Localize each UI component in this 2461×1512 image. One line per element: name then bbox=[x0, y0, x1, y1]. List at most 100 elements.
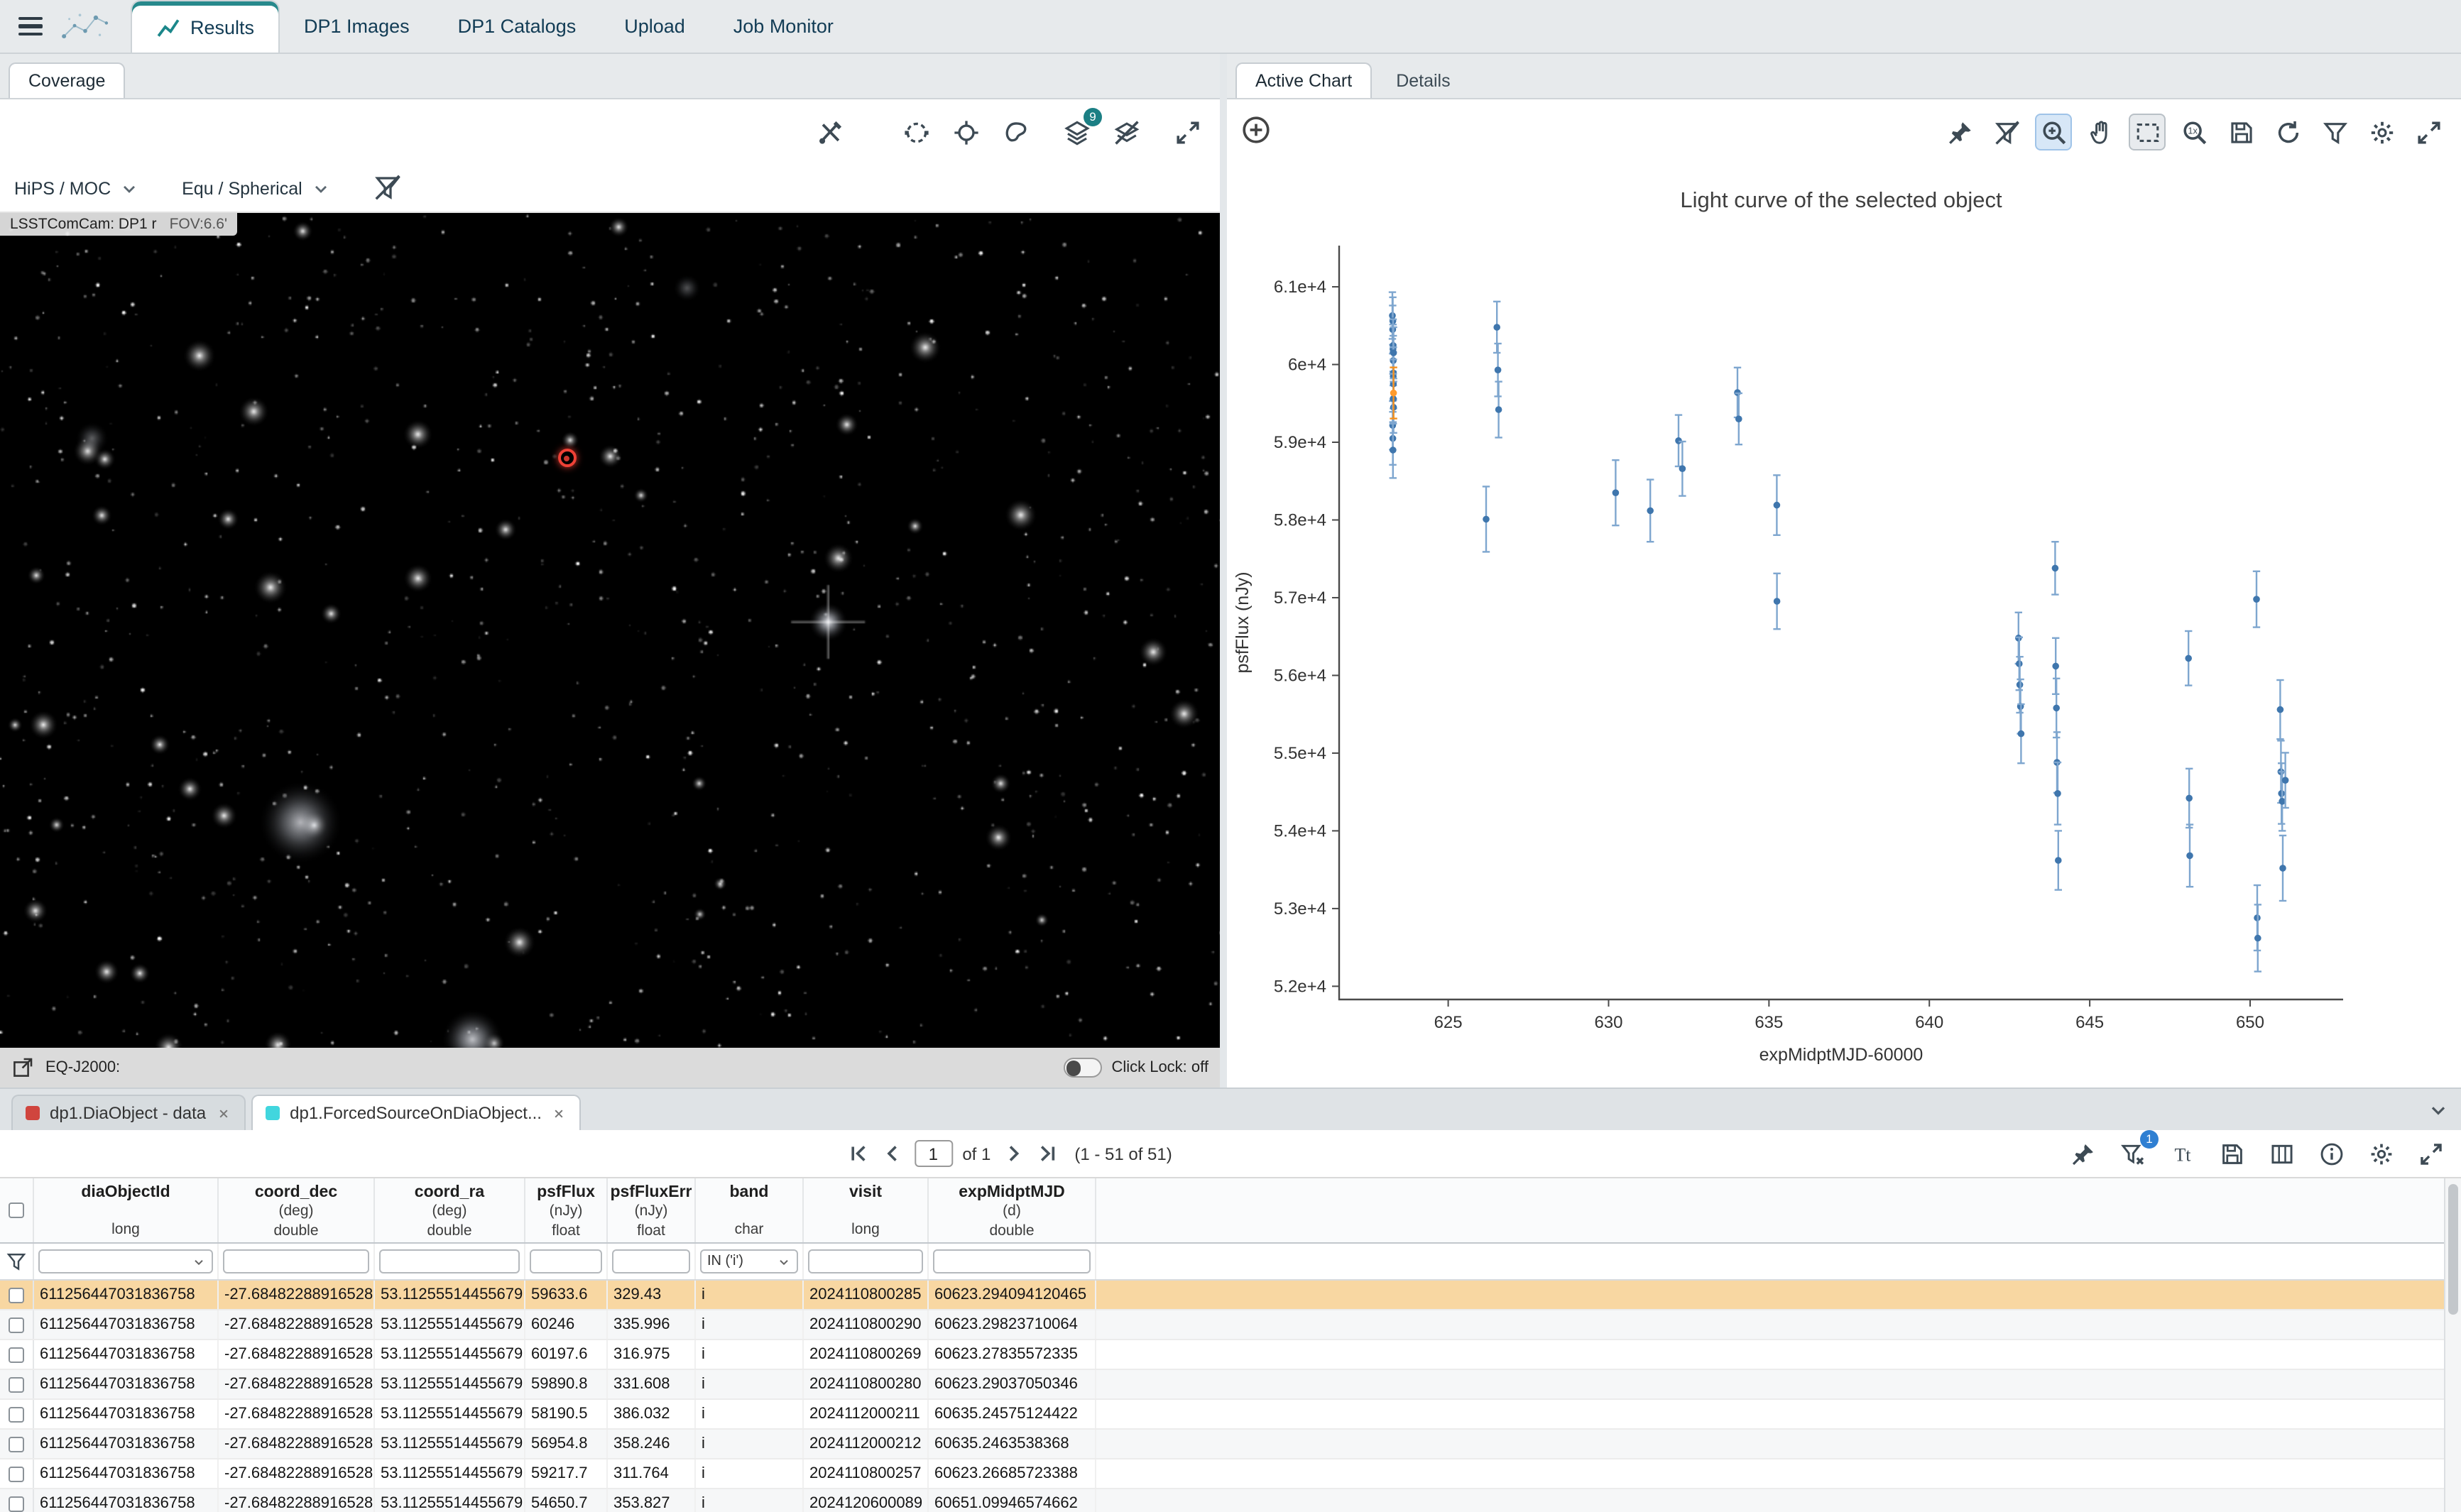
pin-table-button[interactable] bbox=[2065, 1135, 2102, 1172]
cell-coord-dec: -27.68482288916528 bbox=[219, 1459, 375, 1488]
add-chart-button[interactable] bbox=[1241, 115, 1275, 149]
clear-table-filters-button[interactable]: 1 bbox=[2115, 1135, 2151, 1172]
hide-layers-button[interactable] bbox=[1108, 114, 1145, 150]
tab-coverage[interactable]: Coverage bbox=[9, 62, 125, 98]
first-page-icon[interactable] bbox=[846, 1141, 870, 1166]
column-header-band[interactable]: bandchar bbox=[696, 1178, 804, 1242]
last-page-icon[interactable] bbox=[1035, 1141, 1059, 1166]
filter-input-psfflux[interactable] bbox=[530, 1249, 602, 1273]
column-header-psfflux[interactable]: psfFlux(nJy)float bbox=[525, 1178, 608, 1242]
fov-label: FOV:6.6' bbox=[170, 216, 227, 233]
filter-input-psffluxerr[interactable] bbox=[612, 1249, 690, 1273]
table-row[interactable]: 611256447031836758-27.6848228891652853.1… bbox=[0, 1310, 2461, 1340]
expand-chart-button[interactable] bbox=[2410, 114, 2447, 150]
top-tab-results[interactable]: Results bbox=[131, 0, 280, 53]
row-checkbox[interactable] bbox=[9, 1317, 24, 1332]
save-table-button[interactable] bbox=[2214, 1135, 2251, 1172]
column-header-psffluxerr[interactable]: psfFluxErr(nJy)float bbox=[608, 1178, 696, 1242]
expand-coverage-button[interactable] bbox=[1169, 114, 1206, 150]
funnel-icon[interactable] bbox=[6, 1251, 27, 1272]
column-header-coord-ra[interactable]: coord_ra(deg)double bbox=[375, 1178, 525, 1242]
clear-filters-button[interactable] bbox=[1988, 114, 2025, 150]
table-scrollbar[interactable] bbox=[2444, 1178, 2461, 1512]
filter-chart-button[interactable] bbox=[2316, 114, 2353, 150]
tools-button[interactable] bbox=[811, 114, 848, 150]
table-row[interactable]: 611256447031836758-27.6848228891652853.1… bbox=[0, 1430, 2461, 1459]
table-tabstrip: dp1.DiaObject - data dp1.ForcedSourceOnDi… bbox=[0, 1088, 2461, 1130]
table-row[interactable]: 611256447031836758-27.6848228891652853.1… bbox=[0, 1489, 2461, 1512]
layers-button[interactable]: 9 bbox=[1058, 114, 1095, 150]
column-header-coord-dec[interactable]: coord_dec(deg)double bbox=[219, 1178, 375, 1242]
filter-select-diaobjectid[interactable] bbox=[38, 1249, 213, 1273]
row-checkbox[interactable] bbox=[9, 1406, 24, 1422]
table-settings-button[interactable] bbox=[2363, 1135, 2400, 1172]
pan-mode-button[interactable] bbox=[2082, 114, 2119, 150]
restore-chart-button[interactable] bbox=[2269, 114, 2306, 150]
table-filter-row: IN ('i') bbox=[0, 1244, 2461, 1281]
table-row[interactable]: 611256447031836758-27.6848228891652853.1… bbox=[0, 1400, 2461, 1430]
select-all-checkbox[interactable] bbox=[9, 1203, 24, 1218]
column-header-visit[interactable]: visitlong bbox=[804, 1178, 929, 1242]
tab-active-chart[interactable]: Active Chart bbox=[1235, 62, 1372, 98]
close-tab-icon[interactable] bbox=[552, 1105, 567, 1121]
row-checkbox[interactable] bbox=[9, 1376, 24, 1392]
filter-input-expmidptmjd[interactable] bbox=[933, 1249, 1091, 1273]
gear-icon bbox=[2369, 1141, 2394, 1166]
filter-input-coord-dec[interactable] bbox=[223, 1249, 369, 1273]
column-header-expmidptmjd[interactable]: expMidptMJD(d)double bbox=[929, 1178, 1096, 1242]
row-checkbox[interactable] bbox=[9, 1287, 24, 1303]
expand-table-button[interactable] bbox=[2413, 1135, 2450, 1172]
table-row[interactable]: 611256447031836758-27.6848228891652853.1… bbox=[0, 1281, 2461, 1310]
close-tab-icon[interactable] bbox=[216, 1105, 231, 1121]
open-external-icon[interactable] bbox=[11, 1056, 34, 1079]
pin-chart-button[interactable] bbox=[1941, 114, 1978, 150]
row-checkbox[interactable] bbox=[9, 1347, 24, 1362]
filter-input-visit[interactable] bbox=[808, 1249, 923, 1273]
chart-settings-button[interactable] bbox=[2363, 114, 2400, 150]
text-view-button[interactable]: Tt bbox=[2164, 1135, 2201, 1172]
top-tab-dp1-images[interactable]: DP1 Images bbox=[280, 0, 434, 53]
scrollbar-thumb[interactable] bbox=[2448, 1184, 2458, 1315]
column-header-diaobjectid[interactable]: diaObjectIdlong bbox=[34, 1178, 219, 1242]
light-curve-chart[interactable]: Light curve of the selected object5.2e+4… bbox=[1227, 165, 2454, 1088]
cell-visit: 2024110800269 bbox=[804, 1340, 929, 1369]
table-row[interactable]: 611256447031836758-27.6848228891652853.1… bbox=[0, 1459, 2461, 1489]
menu-button[interactable] bbox=[9, 0, 51, 53]
filter-input-coord-ra[interactable] bbox=[379, 1249, 520, 1273]
next-page-icon[interactable] bbox=[1000, 1141, 1025, 1166]
zoom-original-button[interactable]: 1x bbox=[2176, 114, 2212, 150]
top-tab-dp1-catalogs[interactable]: DP1 Catalogs bbox=[434, 0, 601, 53]
sky-image[interactable] bbox=[0, 213, 1220, 1048]
filter-select-band[interactable]: IN ('i') bbox=[700, 1249, 798, 1273]
cell-diaobjectid: 611256447031836758 bbox=[34, 1430, 219, 1458]
row-checkbox[interactable] bbox=[9, 1496, 24, 1511]
table-tab-label: dp1.DiaObject - data bbox=[50, 1103, 206, 1123]
recenter-button[interactable] bbox=[947, 114, 984, 150]
prev-page-icon[interactable] bbox=[880, 1141, 904, 1166]
sky-image-view[interactable]: LSSTComCam: DP1 r FOV:6.6' bbox=[0, 213, 1220, 1048]
save-chart-button[interactable] bbox=[2222, 114, 2259, 150]
table-row[interactable]: 611256447031836758-27.6848228891652853.1… bbox=[0, 1370, 2461, 1400]
tab-details[interactable]: Details bbox=[1376, 62, 1470, 98]
table-info-button[interactable] bbox=[2313, 1135, 2350, 1172]
top-tab-upload[interactable]: Upload bbox=[600, 0, 709, 53]
column-options-button[interactable] bbox=[2264, 1135, 2301, 1172]
row-checkbox[interactable] bbox=[9, 1466, 24, 1481]
select-mode-button[interactable] bbox=[2129, 114, 2166, 150]
zoom-mode-button[interactable] bbox=[2035, 114, 2072, 150]
table-tabs-overflow-icon[interactable] bbox=[2427, 1099, 2450, 1122]
circle-select-button[interactable] bbox=[897, 114, 934, 150]
table-row[interactable]: 611256447031836758-27.6848228891652853.1… bbox=[0, 1340, 2461, 1370]
table-tab-dp1-diaobject-data[interactable]: dp1.DiaObject - data bbox=[11, 1095, 246, 1130]
projection-dropdown[interactable]: Equ / Spherical bbox=[182, 178, 331, 198]
page-number-input[interactable] bbox=[914, 1140, 952, 1167]
hips-moc-dropdown[interactable]: HiPS / MOC bbox=[14, 178, 139, 198]
table-tab-dp1-forcedsourceondiaobject[interactable]: dp1.ForcedSourceOnDiaObject... bbox=[251, 1095, 582, 1130]
top-tab-job-monitor[interactable]: Job Monitor bbox=[709, 0, 858, 53]
row-checkbox[interactable] bbox=[9, 1436, 24, 1452]
polygon-select-button[interactable] bbox=[997, 114, 1034, 150]
column-name: visit bbox=[849, 1183, 882, 1203]
click-lock-toggle[interactable] bbox=[1063, 1058, 1101, 1078]
coverage-filter-button[interactable] bbox=[373, 172, 405, 204]
cell-coord-dec: -27.68482288916528 bbox=[219, 1310, 375, 1339]
